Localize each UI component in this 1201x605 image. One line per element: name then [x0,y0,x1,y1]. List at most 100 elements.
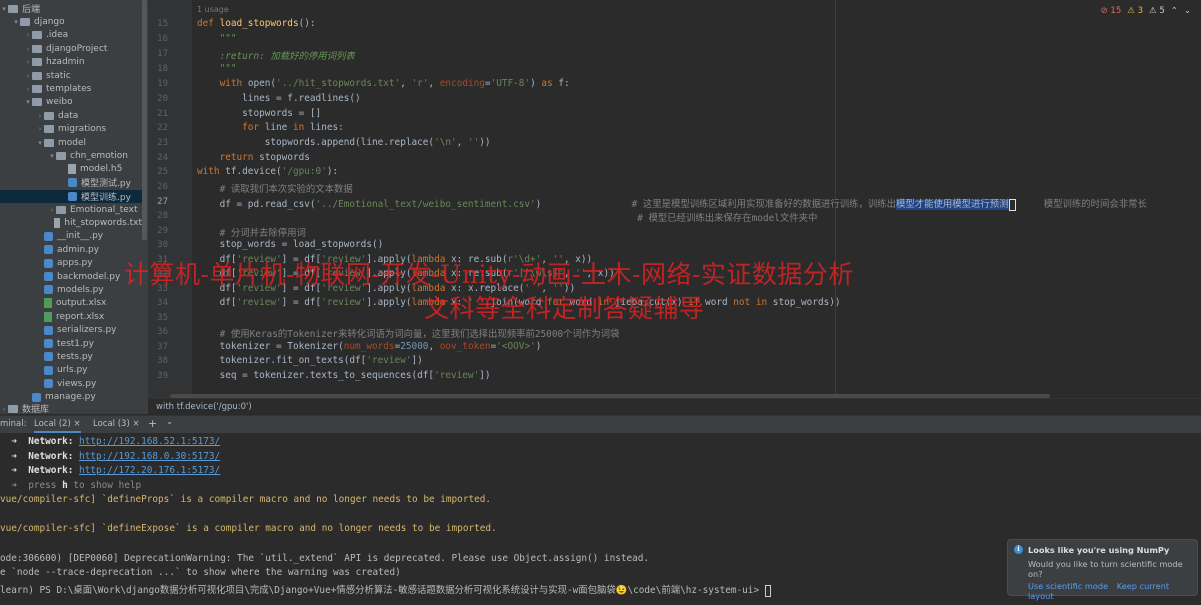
chevron-right-icon[interactable]: › [24,85,32,93]
tree-item[interactable]: › static [0,69,142,82]
code-line[interactable]: stopwords = [] [197,108,321,119]
tree-item[interactable]: › templates [0,82,142,95]
tree-item[interactable]: 模型训练.py [0,189,142,203]
chevron-up-icon[interactable]: ⌃ [1171,6,1178,16]
usage-hint[interactable]: 1 usage [197,5,229,14]
code-line[interactable]: df = pd.read_csv('../Emotional_text/weib… [197,196,1147,211]
terminal-prompt[interactable]: learn) PS D:\桌面\Work\django数据分析可视化项目\完成\… [0,582,771,597]
tree-item[interactable]: views.py [0,377,142,390]
tree-item[interactable]: ▾ chn_emotion [0,149,142,162]
tree-item-label: weibo [46,97,73,108]
chevron-down-icon[interactable]: ▾ [12,18,20,26]
code-line[interactable]: """ [197,33,237,44]
code-line[interactable]: # 模型已经训练出来保存在model文件夹中 [197,210,817,224]
network-url-link[interactable]: http://172.20.176.1:5173/ [79,465,220,476]
code-line[interactable]: for line in lines: [197,122,344,133]
code-line[interactable]: """ [197,63,237,74]
warning-count[interactable]: ⚠ 3 [1127,6,1143,16]
chevron-down-icon[interactable]: ▾ [0,5,8,13]
chevron-right-icon[interactable]: › [48,206,56,214]
tree-item[interactable]: › Emotional_text [0,203,142,216]
code-line[interactable]: def load_stopwords(): [197,18,316,29]
chevron-down-icon[interactable]: ⌄ [166,417,173,427]
inspection-widget[interactable]: ⊘ 15 ⚠ 3 ⚠ 5 ⌃ ⌄ [1101,6,1191,16]
tree-item[interactable]: serializers.py [0,324,142,337]
more-options[interactable]: ... [1028,601,1191,605]
line-number: 36 [157,327,168,337]
tree-item[interactable]: model.h5 [0,163,142,176]
close-icon[interactable]: × [132,419,139,429]
tree-item[interactable]: ▾ model [0,136,142,149]
tree-item-label: templates [46,83,92,94]
tree-item[interactable]: test1.py [0,337,142,350]
network-url-link[interactable]: http://192.168.0.30:5173/ [79,451,220,462]
tree-item-database[interactable]: › 数据库 [0,402,49,415]
chevron-down-icon[interactable]: ▾ [24,98,32,106]
folder-icon [32,84,42,93]
chevron-right-icon[interactable]: › [24,58,32,66]
tab-local-3[interactable]: Local (3) × [93,419,140,429]
tree-item-label: djangoProject [46,43,108,54]
chevron-down-icon[interactable]: ▾ [48,152,56,160]
tree-item[interactable]: __init__.py [0,230,142,243]
tree-item[interactable]: report.xlsx [0,310,142,323]
code-line[interactable]: tokenizer = Tokenizer(num_words=25000, o… [197,341,542,352]
weak-warning-count[interactable]: ⚠ 5 [1149,6,1165,16]
code-line[interactable]: lines = f.readlines() [197,93,361,104]
tree-item[interactable]: urls.py [0,364,142,377]
tree-item[interactable]: apps.py [0,257,142,270]
terminal-line: ➜ Network: http://192.168.52.1:5173/ [0,436,221,447]
tree-item[interactable]: › djangoProject [0,42,142,55]
use-scientific-mode-link[interactable]: Use scientific mode [1028,581,1108,591]
error-count[interactable]: ⊘ 15 [1101,6,1122,16]
tab-local-2[interactable]: Local (2) × [34,419,81,433]
tree-item[interactable]: output.xlsx [0,297,142,310]
code-line[interactable]: # 读取我们本次实验的文本数据 [197,181,353,195]
code-line[interactable]: with open('../hit_stopwords.txt', 'r', e… [197,78,570,89]
code-line[interactable]: # 分词并去除停用词 [197,225,306,239]
code-line[interactable]: stopwords.append(line.replace('\n', '')) [197,137,491,148]
tree-item[interactable]: ▾ weibo [0,96,142,109]
folder-icon [44,138,54,147]
tree-item[interactable]: 模型测试.py [0,176,142,189]
tree-item-label: apps.py [57,258,93,269]
terminal-line: ➜ Network: http://192.168.0.30:5173/ [0,451,221,462]
tree-item[interactable]: models.py [0,283,142,296]
chevron-down-icon[interactable]: ⌄ [1184,6,1191,16]
tree-item[interactable]: ▾ django [0,15,142,28]
chevron-right-icon[interactable]: › [24,31,32,39]
tree-item[interactable]: › .idea [0,29,142,42]
tree-item[interactable]: hit_stopwords.txt [0,216,142,229]
add-terminal-button[interactable]: + [148,417,157,430]
chevron-down-icon[interactable]: ▾ [36,139,44,147]
tree-item[interactable]: › hzadmin [0,56,142,69]
tree-item-label: __init__.py [57,231,104,242]
chevron-right-icon[interactable]: › [36,112,44,120]
close-icon[interactable]: × [73,419,80,429]
code-line[interactable]: seq = tokenizer.texts_to_sequences(df['r… [197,370,491,381]
chevron-right-icon[interactable]: › [24,72,32,80]
line-number: 22 [157,123,168,133]
network-url-link[interactable]: http://192.168.52.1:5173/ [79,436,220,447]
tree-scrollbar[interactable] [142,0,147,240]
tree-item[interactable]: › migrations [0,123,142,136]
code-line[interactable]: stop_words = load_stopwords() [197,239,384,250]
chevron-right-icon[interactable]: › [36,125,44,133]
code-editor[interactable]: 1 usage ⊘ 15 ⚠ 3 ⚠ 5 ⌃ ⌄ 15 16 17 18 19 20 21 2… [148,0,1201,398]
tree-item[interactable]: backmodel.py [0,270,142,283]
tree-item[interactable]: ▾ 后端 [0,2,142,15]
python-file-icon [44,231,53,241]
code-line[interactable]: tokenizer.fit_on_texts(df['review']) [197,355,423,366]
breadcrumb[interactable]: with tf.device('/gpu:0') [148,398,1201,414]
tree-item[interactable]: tests.py [0,350,142,363]
numpy-notification: i Looks like you're using NumPy Would yo… [1007,539,1198,605]
tree-item[interactable]: › data [0,109,142,122]
code-line[interactable]: :return: 加载好的停用词列表 [197,48,355,62]
chevron-right-icon[interactable]: › [0,405,8,413]
chevron-right-icon[interactable]: › [24,45,32,53]
code-line[interactable]: with tf.device('/gpu:0'): [197,166,338,177]
code-line[interactable]: return stopwords [197,152,310,163]
code-line[interactable]: # 使用Keras的Tokenizer来转化词语为词向量，这里我们选择出现频率前… [197,326,620,340]
terminal-cursor [764,584,771,597]
tree-item[interactable]: admin.py [0,243,142,256]
